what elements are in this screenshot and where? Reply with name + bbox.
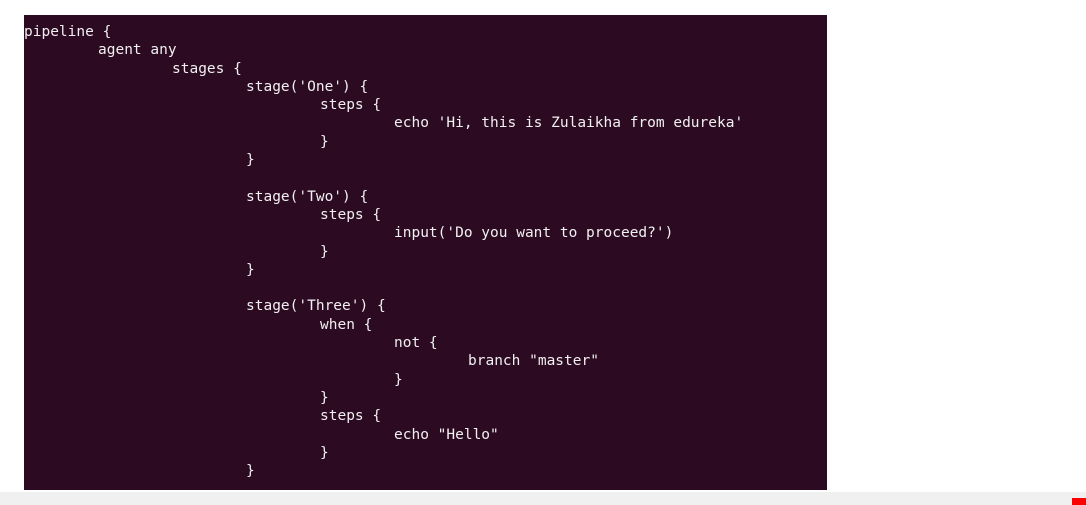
terminal-window: pipeline { agent any stages {stage('One') … (24, 15, 827, 490)
code-line: } (246, 261, 255, 278)
code-line: echo 'Hi, this is Zulaikha from edureka' (394, 115, 744, 132)
code-line: } (320, 243, 329, 260)
code-line: not { (394, 335, 438, 352)
code-line: } (246, 463, 255, 480)
code-line: when { (320, 316, 373, 333)
code-line: } (246, 152, 255, 169)
corner-mark (1072, 498, 1086, 505)
code-line: stages { (172, 60, 242, 77)
code-line: } (320, 133, 329, 150)
code-line: stage('One') { (246, 78, 369, 95)
code-line: steps { (320, 408, 382, 425)
code-line: steps { (320, 97, 382, 114)
code-line: stage('Two') { (246, 188, 369, 205)
code-line: } (320, 389, 329, 406)
code-line: input('Do you want to proceed?') (394, 225, 674, 242)
code-line: echo "Hello" (394, 426, 499, 443)
code-line: } (394, 371, 403, 388)
code-line: branch "master" (468, 353, 599, 370)
code-line: agent any (98, 42, 177, 59)
code-block: pipeline { agent any stages {stage('One') … (24, 23, 743, 480)
code-line: stage('Three') { (246, 298, 386, 315)
bottom-bar (0, 492, 1086, 505)
code-line: steps { (320, 206, 382, 223)
code-line: pipeline { (24, 24, 112, 40)
code-line: } (320, 444, 329, 461)
